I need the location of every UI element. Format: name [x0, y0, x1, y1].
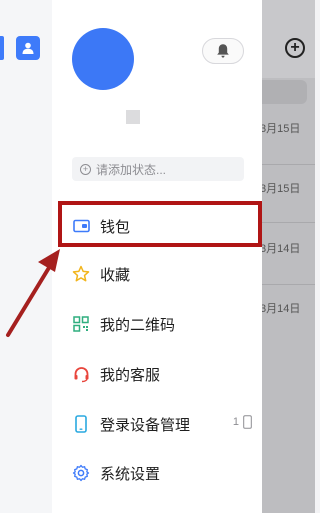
menu-label: 我的二维码 [100, 316, 176, 334]
phone-icon [72, 415, 90, 433]
profile-avatar[interactable] [72, 28, 134, 90]
menu-item-device-management[interactable]: 登录设备管理 1 [72, 409, 252, 439]
menu-item-favorites[interactable]: 收藏 [72, 259, 252, 289]
small-phone-icon [243, 415, 252, 429]
add-icon[interactable]: + [285, 38, 305, 58]
headset-icon [72, 365, 90, 383]
notification-button[interactable] [202, 38, 244, 64]
bell-icon [217, 44, 229, 58]
divider [262, 222, 315, 223]
active-indicator [0, 36, 4, 60]
chat-date: 3月14日 [260, 303, 301, 315]
chat-list-overlay[interactable] [262, 0, 315, 513]
menu-item-qr-code[interactable]: 我的二维码 [72, 309, 252, 339]
chat-date: 3月15日 [260, 123, 301, 135]
add-status-icon: + [80, 163, 91, 175]
chat-date: 3月14日 [260, 243, 301, 255]
menu-item-customer-service[interactable]: 我的客服 [72, 359, 252, 389]
left-nav-strip [0, 0, 52, 513]
menu-label: 登录设备管理 [100, 416, 191, 434]
menu-item-settings[interactable]: 系统设置 [72, 458, 252, 488]
highlight-box [58, 201, 262, 247]
status-input[interactable]: + 请添加状态... [72, 157, 244, 181]
side-drawer: + 请添加状态... 钱包 收藏 我的二维码 我的客服 登录设备管理 1 系统设… [52, 0, 262, 513]
status-placeholder: 请添加状态... [96, 162, 167, 177]
menu-label: 我的客服 [100, 366, 161, 384]
divider [262, 284, 315, 285]
divider [262, 164, 315, 165]
menu-label: 系统设置 [100, 465, 161, 483]
gear-icon [72, 464, 90, 482]
search-bar[interactable] [262, 80, 307, 104]
star-icon [72, 265, 90, 283]
menu-label: 收藏 [100, 266, 131, 284]
device-count: 1 [233, 415, 252, 429]
username-placeholder [126, 110, 140, 124]
device-count-value: 1 [232, 416, 239, 428]
chat-date: 3月15日 [260, 183, 301, 195]
qr-code-icon [72, 315, 90, 333]
contacts-icon[interactable] [16, 36, 40, 60]
